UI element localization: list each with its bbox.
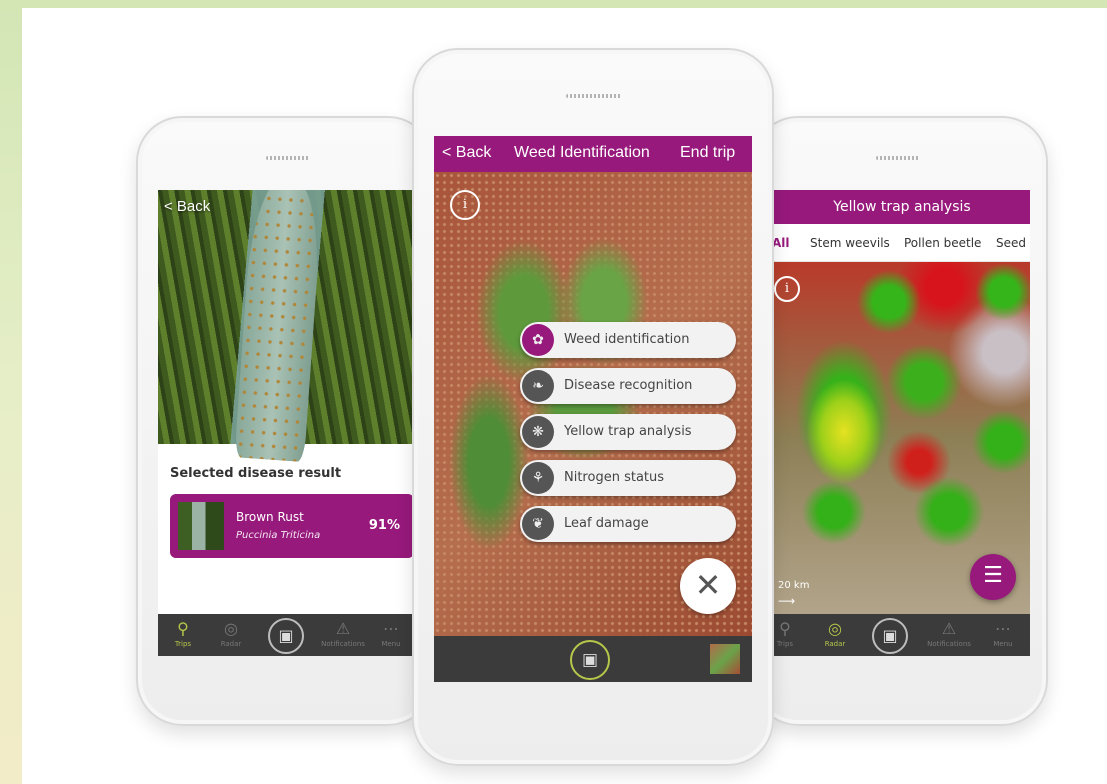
- phone-speaker: [266, 156, 310, 160]
- close-icon: ✕: [694, 566, 722, 604]
- radar-icon: ◎: [828, 619, 842, 638]
- tab-menu[interactable]: ⋯ Menu: [978, 618, 1028, 648]
- tab-radar[interactable]: ◎ Radar: [810, 618, 860, 648]
- filter-tab-stem-weevils[interactable]: Stem weevils: [810, 236, 890, 250]
- heatmap[interactable]: i 20 km ⟶ ☰: [774, 262, 1030, 614]
- scale-arrow-icon: ⟶: [778, 594, 796, 608]
- bottom-tab-bar: ⚲ Trips ◎ Radar ▣ ⚠ Notifications ⋯ Menu: [158, 614, 414, 656]
- list-menu-button[interactable]: ☰: [970, 554, 1016, 600]
- phone-screen: < Back Weed Identification End trip i ✿ …: [434, 136, 752, 682]
- pin-icon: ⚲: [177, 619, 189, 638]
- bottom-tab-bar: ⚲ Trips ◎ Radar ▣ ⚠ Notifications ⋯ Menu: [774, 614, 1030, 656]
- back-button[interactable]: < Back: [442, 144, 491, 162]
- phone-weed-identification: < Back Weed Identification End trip i ✿ …: [412, 48, 774, 766]
- page-title: Yellow trap analysis: [774, 190, 1030, 224]
- app-header: < Back Weed Identification End trip: [434, 136, 752, 172]
- filter-tab-pollen-beetle[interactable]: Pollen beetle: [904, 236, 981, 250]
- phone-yellow-trap: Yellow trap analysis All Stem weevils Po…: [752, 116, 1048, 726]
- map-scale: 20 km: [778, 580, 810, 591]
- bell-icon: ⚠: [335, 619, 351, 638]
- phone-speaker: [566, 94, 622, 98]
- filter-tab-seed[interactable]: Seed: [996, 236, 1026, 250]
- tab-notifications[interactable]: ⚠ Notifications: [318, 618, 368, 648]
- menu-item-label: Weed identification: [564, 332, 690, 347]
- menu-item-label: Leaf damage: [564, 516, 649, 531]
- sprout-icon: ✿: [522, 324, 554, 356]
- page-title: Weed Identification: [514, 144, 650, 161]
- close-button[interactable]: ✕: [680, 558, 736, 614]
- leaf-photo: [158, 190, 414, 463]
- camera-icon: ▣: [278, 626, 294, 645]
- tab-label: Notifications: [927, 640, 971, 648]
- camera-bar: ▣: [434, 636, 752, 682]
- dots-icon: ⋯: [383, 619, 399, 638]
- promo-stage: < Back Selected disease result Brown Rus…: [22, 8, 1107, 784]
- filter-tabs: All Stem weevils Pollen beetle Seed: [774, 224, 1030, 262]
- leaf-icon: ❧: [522, 370, 554, 402]
- result-thumbnail: [178, 502, 224, 550]
- camera-icon: ▣: [581, 650, 599, 670]
- menu-item-yellow-trap-analysis[interactable]: ❋ Yellow trap analysis: [520, 414, 736, 450]
- filter-tab-all[interactable]: All: [774, 236, 790, 250]
- end-trip-button[interactable]: End trip: [680, 144, 735, 162]
- section-title: Selected disease result: [170, 466, 342, 481]
- back-button[interactable]: < Back: [164, 198, 210, 215]
- menu-item-label: Disease recognition: [564, 378, 693, 393]
- menu-item-nitrogen-status[interactable]: ⚘ Nitrogen status: [520, 460, 736, 496]
- disease-name: Brown Rust: [236, 510, 304, 524]
- plant-icon: ⚘: [522, 462, 554, 494]
- radar-icon: ◎: [224, 619, 238, 638]
- bell-icon: ⚠: [941, 619, 957, 638]
- infected-leaf-image: [234, 190, 324, 463]
- info-icon[interactable]: i: [450, 190, 480, 220]
- camera-button[interactable]: ▣: [872, 618, 908, 654]
- phone-disease-result: < Back Selected disease result Brown Rus…: [136, 116, 434, 726]
- tab-label: Menu: [993, 640, 1013, 648]
- phone-speaker: [876, 156, 920, 160]
- tab-label: Radar: [824, 640, 846, 648]
- disease-result-card[interactable]: Brown Rust Puccinia Triticina 91%: [170, 494, 414, 558]
- disease-latin-name: Puccinia Triticina: [236, 530, 321, 541]
- dots-icon: ⋯: [995, 619, 1011, 638]
- tab-menu[interactable]: ⋯ Menu: [366, 618, 414, 648]
- tab-trips[interactable]: ⚲ Trips: [158, 618, 208, 648]
- menu-item-label: Yellow trap analysis: [564, 424, 692, 439]
- confidence-value: 91%: [368, 518, 400, 533]
- camera-button[interactable]: ▣: [268, 618, 304, 654]
- tab-label: Trips: [776, 640, 794, 648]
- tab-label: Notifications: [321, 640, 365, 648]
- info-icon[interactable]: i: [774, 276, 800, 302]
- capture-button[interactable]: ▣: [570, 640, 610, 680]
- tab-notifications[interactable]: ⚠ Notifications: [924, 618, 974, 648]
- camera-icon: ▣: [882, 626, 898, 645]
- tab-radar[interactable]: ◎ Radar: [206, 618, 256, 648]
- menu-item-disease-recognition[interactable]: ❧ Disease recognition: [520, 368, 736, 404]
- menu-item-label: Nitrogen status: [564, 470, 665, 485]
- last-photo-thumbnail[interactable]: [710, 644, 740, 674]
- tab-label: Menu: [381, 640, 401, 648]
- tab-label: Radar: [220, 640, 242, 648]
- damaged-leaf-icon: ❦: [522, 508, 554, 540]
- list-icon: ☰: [983, 563, 1003, 588]
- tab-label: Trips: [174, 640, 192, 648]
- menu-item-weed-identification[interactable]: ✿ Weed identification: [520, 322, 736, 358]
- tab-trips[interactable]: ⚲ Trips: [774, 618, 810, 648]
- insect-icon: ❋: [522, 416, 554, 448]
- camera-viewfinder: i ✿ Weed identification ❧ Disease recogn…: [434, 172, 752, 636]
- phone-screen: Yellow trap analysis All Stem weevils Po…: [774, 190, 1030, 656]
- phone-screen: < Back Selected disease result Brown Rus…: [158, 190, 414, 656]
- pin-icon: ⚲: [779, 619, 791, 638]
- menu-item-leaf-damage[interactable]: ❦ Leaf damage: [520, 506, 736, 542]
